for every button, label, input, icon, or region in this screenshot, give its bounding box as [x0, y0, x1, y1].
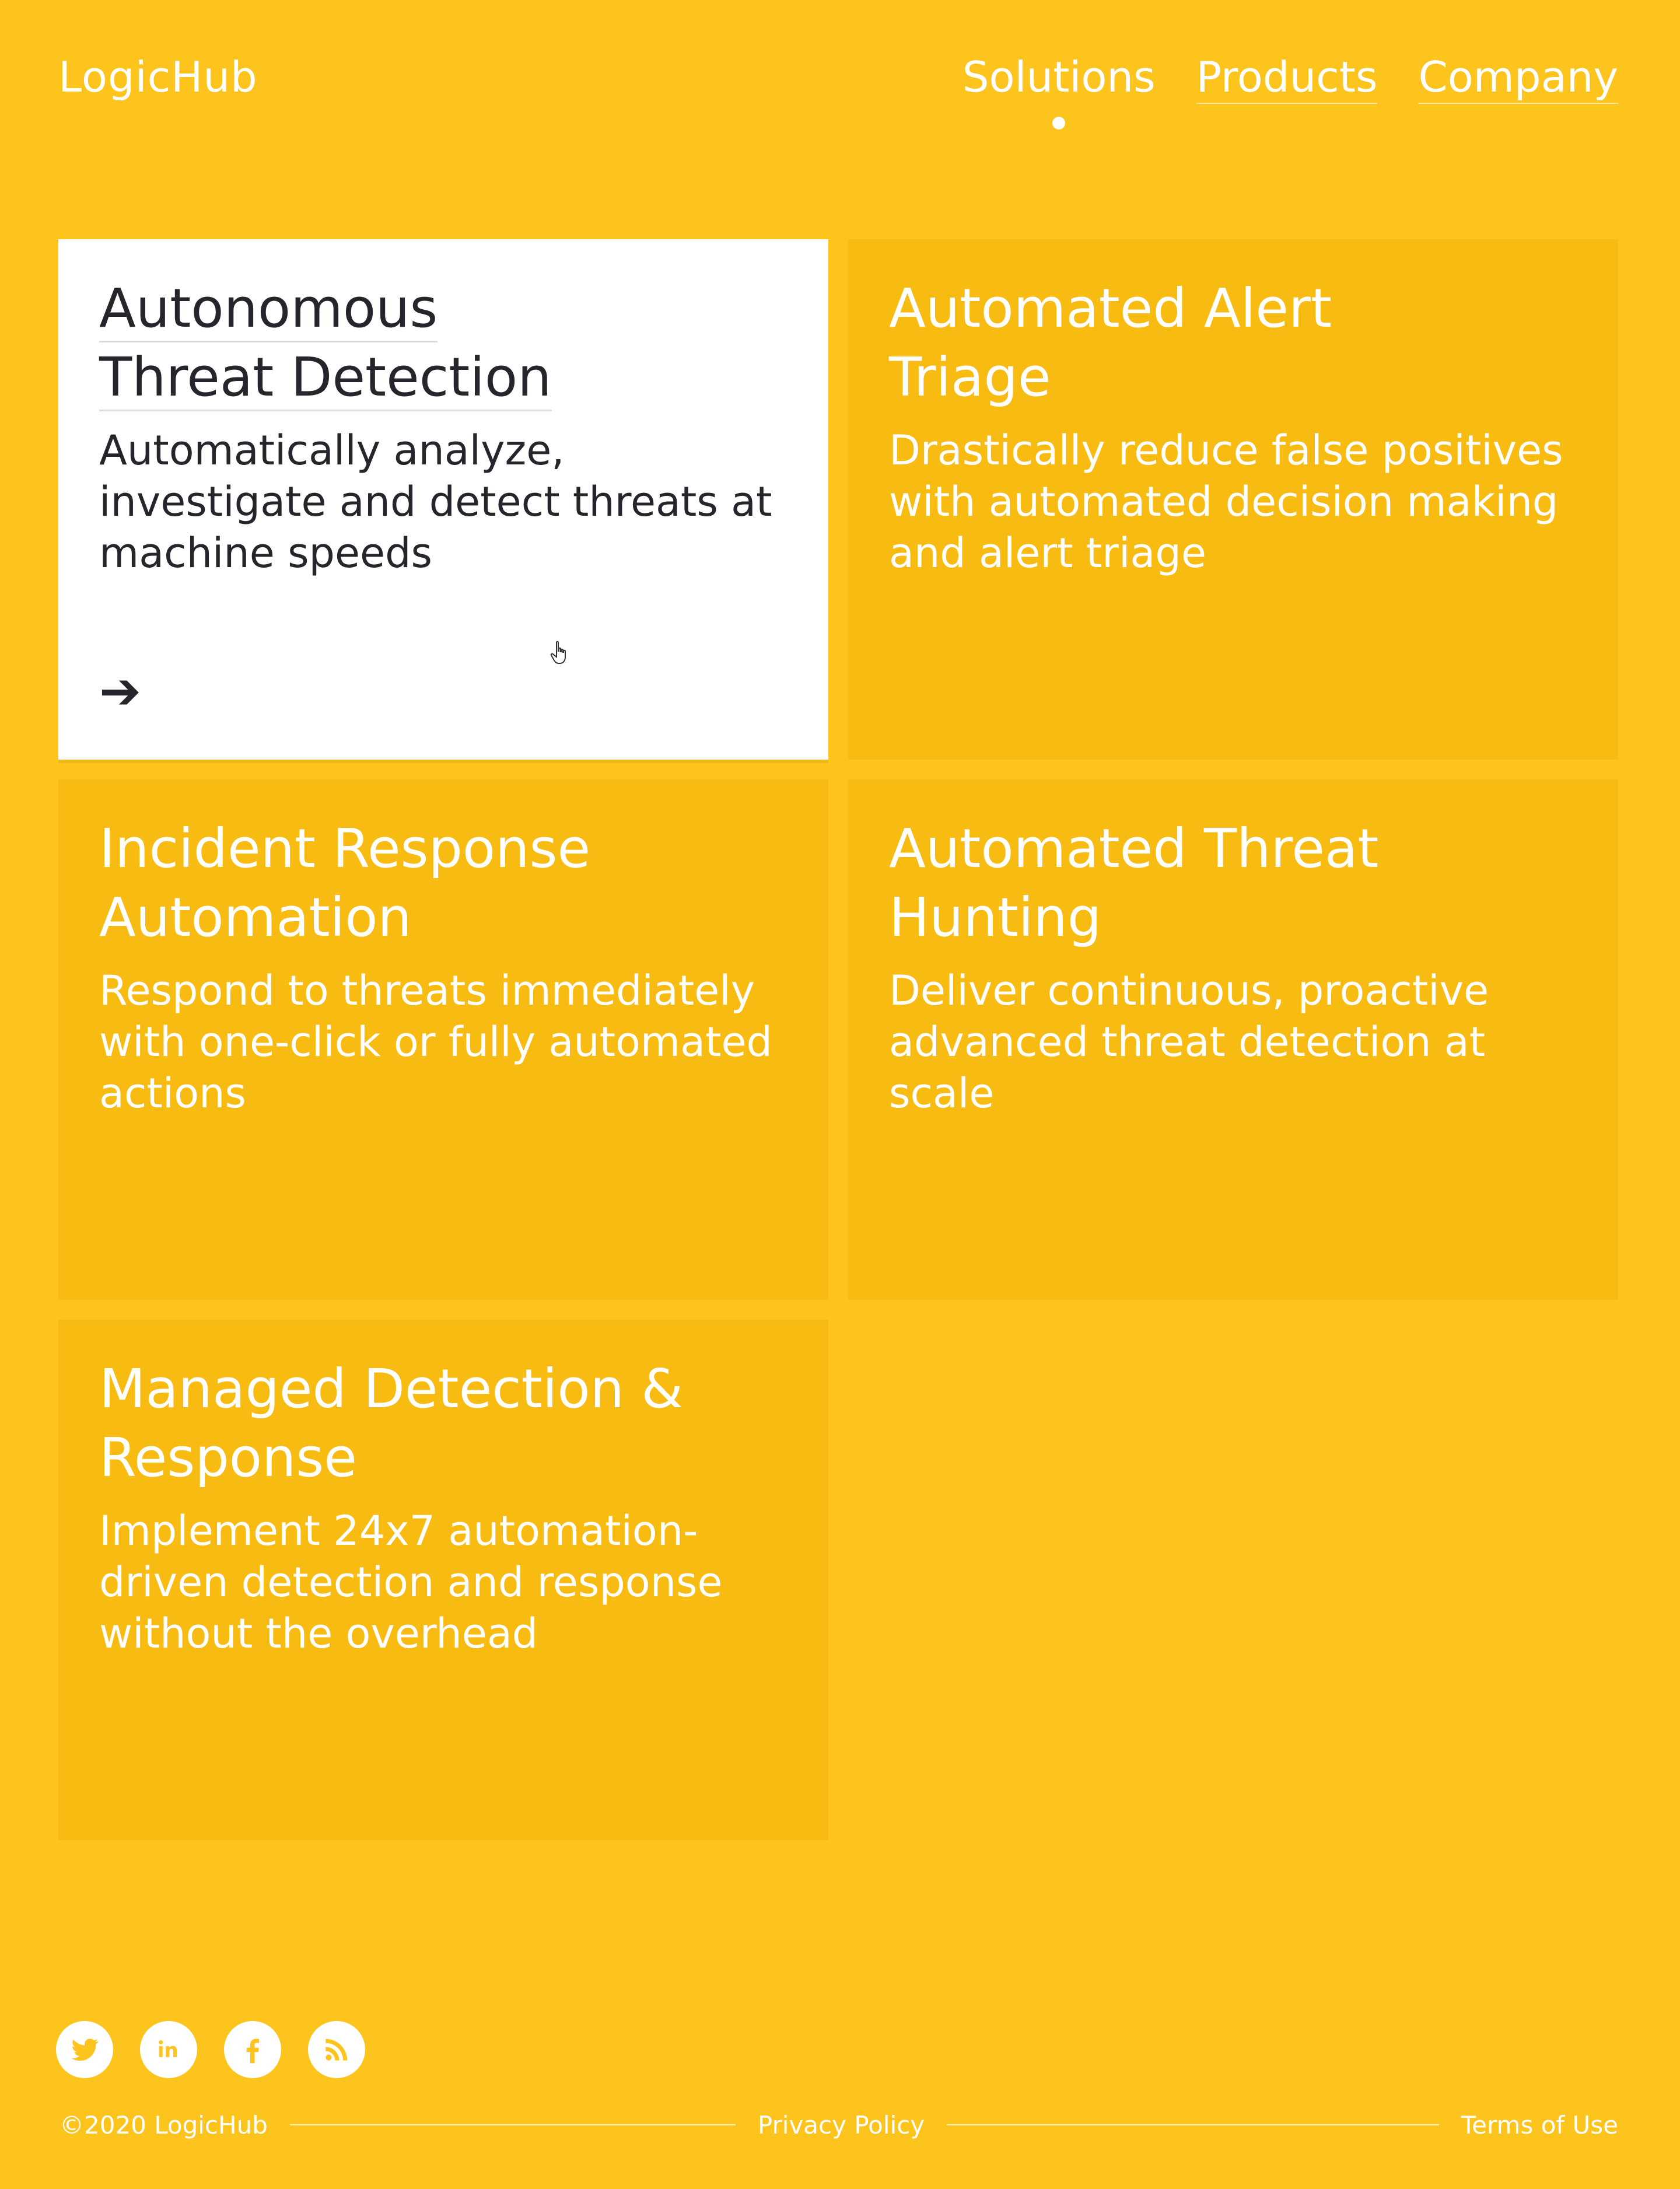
rss-link[interactable] — [308, 2021, 365, 2078]
nav-solutions[interactable]: Solutions — [962, 53, 1156, 130]
card-title[interactable]: Incident Response Automation — [99, 814, 741, 952]
twitter-icon — [71, 2038, 99, 2061]
card-description: Drastically reduce false positives with … — [889, 426, 1563, 577]
card-title-line2: Hunting — [889, 886, 1102, 949]
card-description: Automatically analyze, investigate and d… — [99, 426, 772, 577]
facebook-icon — [246, 2038, 260, 2064]
linkedin-icon — [159, 2040, 177, 2057]
site-header: LogicHub Solutions Products Company — [58, 47, 1618, 140]
logo[interactable]: LogicHub — [58, 53, 258, 102]
card-title[interactable]: Managed Detection & Response — [99, 1355, 741, 1492]
card-title[interactable]: Automated Alert Triage — [889, 274, 1531, 412]
card-managed-detection-response[interactable]: Managed Detection & Response Implement 2… — [58, 1320, 828, 1840]
social-links — [56, 2021, 365, 2078]
card-title-line2: Response — [99, 1426, 357, 1489]
privacy-policy-link[interactable]: Privacy Policy — [758, 2111, 925, 2139]
card-title-line1: Incident Response — [99, 817, 591, 880]
active-indicator-dot — [1052, 117, 1066, 130]
nav-company-label: Company — [1418, 53, 1618, 102]
site-footer: ©2020 LogicHub Privacy Policy Terms of U… — [60, 2107, 1618, 2142]
twitter-link[interactable] — [56, 2021, 113, 2078]
hand-cursor-icon — [550, 641, 566, 664]
main-nav: Solutions Products Company — [962, 53, 1618, 130]
arrow-right-icon[interactable]: ➔ — [99, 666, 141, 716]
card-description: Deliver continuous, proactive advanced t… — [889, 967, 1489, 1117]
footer-divider — [289, 2124, 736, 2125]
card-title-line1: Automated Alert — [889, 277, 1332, 340]
facebook-link[interactable] — [224, 2021, 281, 2078]
card-title-line2: Automation — [99, 886, 412, 949]
card-automated-alert-triage[interactable]: Automated Alert Triage Drastically reduc… — [848, 239, 1618, 760]
card-title[interactable]: Autonomous Threat Detection — [99, 274, 741, 412]
linkedin-link[interactable] — [140, 2021, 197, 2078]
card-incident-response-automation[interactable]: Incident Response Automation Respond to … — [58, 779, 828, 1300]
nav-solutions-label: Solutions — [962, 53, 1156, 102]
card-title-line2: Triage — [889, 346, 1051, 408]
card-description: Respond to threats immediately with one-… — [99, 967, 772, 1117]
card-title-line1: Managed Detection & — [99, 1358, 683, 1420]
terms-of-use-link[interactable]: Terms of Use — [1461, 2111, 1618, 2139]
nav-products-label: Products — [1196, 53, 1378, 102]
footer-divider — [947, 2124, 1439, 2125]
card-title-line1: Autonomous — [99, 277, 438, 342]
card-description: Implement 24x7 automation-driven detecti… — [99, 1507, 723, 1658]
card-automated-threat-hunting[interactable]: Automated Threat Hunting Deliver continu… — [848, 779, 1618, 1300]
rss-icon — [326, 2038, 348, 2061]
card-title-line1: Automated Threat — [889, 817, 1379, 880]
card-title[interactable]: Automated Threat Hunting — [889, 814, 1531, 952]
nav-company[interactable]: Company — [1418, 53, 1618, 104]
card-title-line2: Threat Detection — [99, 346, 552, 411]
nav-products[interactable]: Products — [1196, 53, 1378, 104]
card-autonomous-threat-detection[interactable]: Autonomous Threat Detection Automaticall… — [58, 239, 828, 760]
copyright-text: ©2020 LogicHub — [60, 2110, 268, 2139]
